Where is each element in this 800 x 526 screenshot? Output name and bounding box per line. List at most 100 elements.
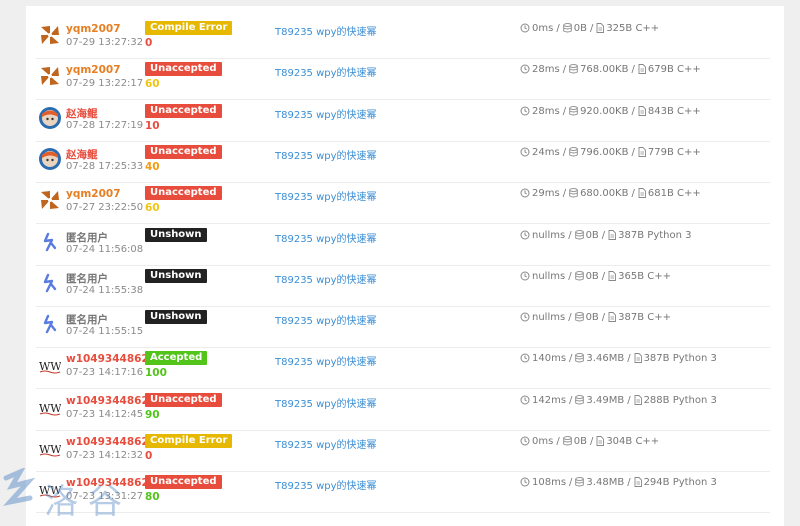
record-list: yqm2007 07-29 13:27:32 Compile Error 0 T8923… (26, 6, 784, 526)
time-used: 0ms (532, 436, 554, 447)
problem-link[interactable]: T89235 wpy的快速幂 (275, 477, 377, 492)
user-name-link[interactable]: 匿名用户 (66, 230, 108, 245)
clock-icon (520, 353, 530, 363)
database-icon (575, 353, 585, 363)
time-used: 108ms (532, 477, 567, 489)
user-name-link[interactable]: w1049344862 (66, 477, 149, 489)
anonymous-avatar[interactable] (39, 231, 61, 253)
status-badge[interactable]: Unaccepted (145, 62, 222, 77)
record-meta: 24ms/796.00KB/779B C++ (520, 147, 701, 158)
file-icon (596, 23, 605, 33)
ww-avatar[interactable]: WW (39, 354, 62, 376)
clock-icon (520, 312, 530, 322)
database-icon (569, 64, 578, 74)
problem-link[interactable]: T89235 wpy的快速幂 (275, 188, 377, 203)
score: 60 (145, 202, 160, 215)
user-name-link[interactable]: w1049344862 (66, 395, 149, 407)
status-badge[interactable]: Unshown (145, 310, 207, 325)
record-row: yqm2007 07-29 13:22:17 Unaccepted 60 T89235 … (36, 58, 770, 101)
pinwheel-avatar[interactable] (39, 65, 61, 88)
score: 80 (145, 491, 160, 504)
status-badge[interactable]: Unaccepted (145, 103, 222, 118)
problem-link[interactable]: T89235 wpy的快速幂 (275, 312, 377, 327)
database-icon (569, 147, 578, 157)
user-name-link[interactable]: w1049344862 (66, 353, 149, 365)
time-used: 29ms (532, 188, 560, 200)
record-row: WW w1049344862 07-23 14:17:16 Accepted 100 T8… (36, 347, 770, 390)
clock-icon (520, 477, 530, 487)
record-row: yqm2007 07-27 23:22:50 Unaccepted 60 T89235 … (36, 182, 770, 225)
problem-link[interactable]: T89235 wpy的快速幂 (275, 271, 377, 286)
file-icon (638, 64, 646, 75)
user-name-link[interactable]: 赵海鲲 (66, 147, 98, 162)
portrait-avatar[interactable] (39, 147, 61, 170)
status-badge[interactable]: Compile Error (145, 21, 233, 35)
record-meta: 28ms/920.00KB/843B C++ (520, 106, 701, 117)
anonymous-avatar[interactable] (39, 313, 61, 335)
user-name-link[interactable]: 匿名用户 (66, 271, 108, 286)
status-badge[interactable]: Unaccepted (145, 475, 222, 490)
file-icon (638, 146, 646, 157)
submit-time: 07-23 14:12:32 (66, 450, 144, 461)
score: 10 (145, 119, 160, 132)
status-badge[interactable]: Unshown (145, 268, 207, 283)
problem-link[interactable]: T89235 wpy的快速幂 (275, 436, 377, 451)
record-meta: 28ms/768.00KB/679B C++ (520, 64, 701, 75)
user-name-link[interactable]: yqm2007 (66, 64, 121, 76)
score: 0 (145, 37, 153, 49)
ww-avatar[interactable]: WW (39, 437, 62, 459)
score: 60 (145, 78, 160, 91)
problem-link[interactable]: T89235 wpy的快速幂 (275, 64, 377, 79)
problem-link[interactable]: T89235 wpy的快速幂 (275, 23, 377, 38)
clock-icon (520, 395, 530, 405)
file-icon (608, 270, 617, 281)
memory-used: 0B (573, 23, 587, 34)
ww-avatar[interactable]: WW (39, 396, 62, 418)
portrait-avatar[interactable] (39, 106, 61, 129)
status-badge[interactable]: Unaccepted (145, 392, 222, 407)
status-badge[interactable]: Accepted (145, 351, 208, 366)
file-icon (638, 188, 646, 199)
record-meta: 0ms/0B/325B C++ (520, 23, 659, 34)
memory-used: 0B (585, 270, 599, 282)
memory-used: 3.46MB (586, 353, 625, 365)
record-row: WW w1049344862 07-23 14:12:32 Compile Error… (36, 430, 770, 472)
code-info: 681B C++ (647, 188, 701, 200)
clock-icon (520, 64, 530, 74)
record-meta: 0ms/0B/304B C++ (520, 436, 659, 447)
file-icon (634, 353, 642, 364)
file-icon (634, 477, 642, 488)
user-name-link[interactable]: yqm2007 (66, 188, 121, 200)
user-name-link[interactable]: 匿名用户 (66, 312, 108, 327)
time-used: 28ms (532, 105, 560, 117)
pinwheel-avatar[interactable] (39, 189, 61, 212)
status-badge[interactable]: Compile Error (145, 434, 233, 448)
database-icon (569, 188, 578, 198)
problem-link[interactable]: T89235 wpy的快速幂 (275, 147, 377, 162)
record-row: WW w1049344862 07-23 14:12:45 Unaccepted 90 T… (36, 389, 770, 431)
user-name-link[interactable]: yqm2007 (66, 23, 121, 35)
problem-link[interactable]: T89235 wpy的快速幂 (275, 106, 377, 121)
code-info: 365B C++ (618, 270, 672, 282)
status-badge[interactable]: Unshown (145, 227, 207, 242)
memory-used: 768.00KB (580, 64, 629, 76)
record-row: 匿名用户 07-24 11:55:38 Unshown T89235 wpy的快速幂 n… (36, 265, 770, 307)
status-badge[interactable]: Unaccepted (145, 186, 222, 201)
record-meta: 108ms/3.48MB/294B Python 3 (520, 477, 717, 488)
problem-link[interactable]: T89235 wpy的快速幂 (275, 353, 377, 368)
ww-avatar[interactable]: WW (39, 478, 62, 500)
database-icon (562, 23, 572, 33)
anonymous-avatar[interactable] (39, 272, 61, 294)
problem-link[interactable]: T89235 wpy的快速幂 (275, 230, 377, 245)
database-icon (569, 105, 578, 116)
time-used: 142ms (532, 394, 567, 406)
time-used: nullms (532, 270, 566, 282)
user-name-link[interactable]: 赵海鲲 (66, 106, 98, 121)
status-badge[interactable]: Unaccepted (145, 144, 222, 159)
pinwheel-avatar[interactable] (39, 24, 61, 46)
user-name-link[interactable]: w1049344862 (66, 436, 149, 448)
code-info: 779B C++ (647, 146, 701, 158)
file-icon (634, 394, 642, 405)
record-meta: nullms/0B/365B C++ (520, 271, 671, 282)
problem-link[interactable]: T89235 wpy的快速幂 (275, 395, 377, 410)
